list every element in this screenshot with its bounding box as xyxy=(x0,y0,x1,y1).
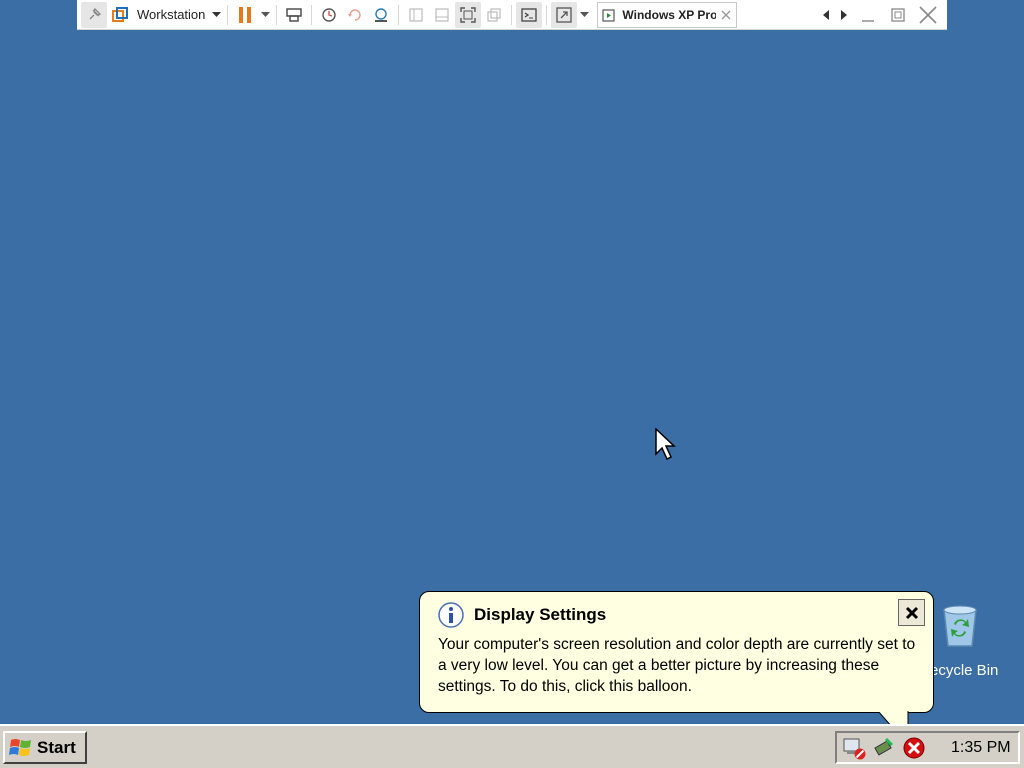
safely-remove-hardware-icon[interactable] xyxy=(871,735,897,761)
library-label[interactable]: Workstation xyxy=(133,7,209,22)
console-icon[interactable] xyxy=(516,1,543,28)
fullscreen-icon[interactable] xyxy=(455,1,482,28)
snapshot-manager-icon[interactable] xyxy=(368,2,394,28)
tab-vm[interactable]: Windows XP Pro... xyxy=(597,1,738,28)
info-icon xyxy=(438,602,464,628)
snapshot-icon[interactable] xyxy=(316,2,342,28)
pause-icon[interactable] xyxy=(232,2,258,28)
library-view-icon[interactable] xyxy=(403,2,429,28)
toolbar-divider xyxy=(511,4,513,25)
tab-scroll-left-icon[interactable] xyxy=(817,2,835,28)
power-menu-chevron-icon[interactable] xyxy=(258,11,272,18)
balloon-close-button[interactable] xyxy=(898,599,925,626)
send-ctrl-alt-del-icon[interactable] xyxy=(281,2,307,28)
toolbar-divider xyxy=(276,4,278,25)
tab-scroll-right-icon[interactable] xyxy=(835,2,853,28)
restore-icon[interactable] xyxy=(883,2,913,28)
start-label: Start xyxy=(37,737,76,757)
clock[interactable]: 1:35 PM xyxy=(951,739,1011,757)
close-icon xyxy=(905,606,918,619)
stretch-icon[interactable] xyxy=(551,1,578,28)
close-icon[interactable] xyxy=(913,2,943,28)
windows-logo-icon xyxy=(9,738,31,756)
system-tray: 1:35 PM xyxy=(835,731,1020,764)
balloon-title: Display Settings xyxy=(474,605,607,624)
stretch-menu-chevron-icon[interactable] xyxy=(577,11,591,18)
recycle-bin-label: ecycle Bin xyxy=(930,662,999,679)
close-tab-icon[interactable] xyxy=(720,9,732,21)
display-settings-balloon[interactable]: Display Settings Your computer's screen … xyxy=(419,591,934,713)
pin-icon[interactable] xyxy=(81,1,107,28)
vmware-logo-icon[interactable] xyxy=(107,2,133,28)
recycle-bin[interactable]: ecycle Bin xyxy=(922,602,1012,684)
taskbar: Start 1:35 PM xyxy=(0,724,1024,768)
chevron-down-icon[interactable] xyxy=(209,11,223,18)
toolbar-divider xyxy=(227,4,229,25)
network-disconnected-icon[interactable] xyxy=(841,735,867,761)
revert-snapshot-icon[interactable] xyxy=(342,2,368,28)
tab-vm-label: Windows XP Pro... xyxy=(622,7,717,22)
toolbar-divider xyxy=(546,4,548,25)
balloon-message: Your computer's screen resolution and co… xyxy=(438,636,916,695)
minimize-icon[interactable] xyxy=(853,2,883,28)
recycle-bin-icon xyxy=(943,605,977,647)
thumbnail-view-icon[interactable] xyxy=(429,2,455,28)
unity-icon[interactable] xyxy=(481,2,507,28)
toolbar-divider xyxy=(398,4,400,25)
mouse-cursor-icon xyxy=(655,428,676,461)
start-button[interactable]: Start xyxy=(3,731,87,764)
security-alert-icon[interactable] xyxy=(901,735,927,761)
toolbar-divider xyxy=(311,4,313,25)
vm-tab-icon xyxy=(602,8,616,22)
vmware-toolbar: Workstation Windows XP Pro xyxy=(77,0,947,30)
